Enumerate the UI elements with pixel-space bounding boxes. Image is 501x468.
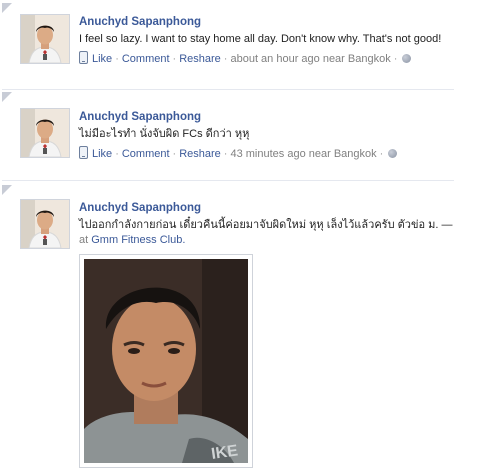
- place-link[interactable]: Gmm Fitness Club.: [91, 234, 185, 246]
- globe-icon[interactable]: [402, 54, 412, 63]
- story-message: I feel so lazy. I want to stay home all …: [79, 33, 442, 45]
- mobile-phone-icon: [79, 146, 88, 159]
- author-name-link[interactable]: Anuchyd Sapanphong: [79, 110, 201, 124]
- story-message: ไปออกกำลังกายก่อน เดี๋ยวคืนนี้ค่อยมาจับผ…: [79, 218, 461, 248]
- author-name-link[interactable]: Anuchyd Sapanphong: [79, 15, 201, 29]
- attached-photo[interactable]: IKE: [79, 254, 253, 468]
- reshare-link[interactable]: Reshare: [179, 148, 221, 160]
- timestamp-link[interactable]: 43 minutes ago near Bangkok: [230, 148, 376, 160]
- globe-icon[interactable]: [388, 149, 398, 158]
- story-corner-marker: [2, 92, 12, 102]
- author-name-link[interactable]: Anuchyd Sapanphong: [79, 201, 201, 215]
- story-content: Anuchyd Sapanphong ไม่มีอะไรทำ นั่งจับผิ…: [79, 110, 461, 162]
- story-content: Anuchyd Sapanphong ไปออกกำลังกายก่อน เดี…: [79, 201, 461, 248]
- story-meta: Like · Comment · Reshare · 43 minutes ago near…: [79, 146, 461, 162]
- profile-photo: [21, 200, 69, 248]
- reshare-link[interactable]: Reshare: [179, 53, 221, 65]
- profile-photo: [21, 109, 69, 157]
- story-divider: [2, 89, 454, 90]
- place-prefix: at: [79, 234, 89, 246]
- like-link[interactable]: Like: [92, 53, 112, 65]
- story-message-text: ไปออกกำลังกายก่อน เดี๋ยวคืนนี้ค่อยมาจับผ…: [79, 219, 453, 231]
- timestamp-link[interactable]: about an hour ago near Bangkok: [230, 53, 390, 65]
- story-corner-marker: [2, 185, 12, 195]
- story-divider: [2, 180, 454, 181]
- story-message: ไม่มีอะไรทำ นั่งจับผิด FCs ดีกว่า หุหุ: [79, 128, 250, 140]
- selfie-photo: IKE: [84, 259, 248, 463]
- comment-link[interactable]: Comment: [122, 53, 170, 65]
- like-link[interactable]: Like: [92, 148, 112, 160]
- avatar[interactable]: [20, 199, 70, 249]
- story-corner-marker: [2, 3, 12, 13]
- story-content: Anuchyd Sapanphong I feel so lazy. I wan…: [79, 15, 461, 67]
- comment-link[interactable]: Comment: [122, 148, 170, 160]
- avatar[interactable]: [20, 108, 70, 158]
- mobile-phone-icon: [79, 51, 88, 64]
- avatar[interactable]: [20, 14, 70, 64]
- profile-photo: [21, 15, 69, 63]
- story-meta: Like · Comment · Reshare · about an hour ago n…: [79, 51, 461, 67]
